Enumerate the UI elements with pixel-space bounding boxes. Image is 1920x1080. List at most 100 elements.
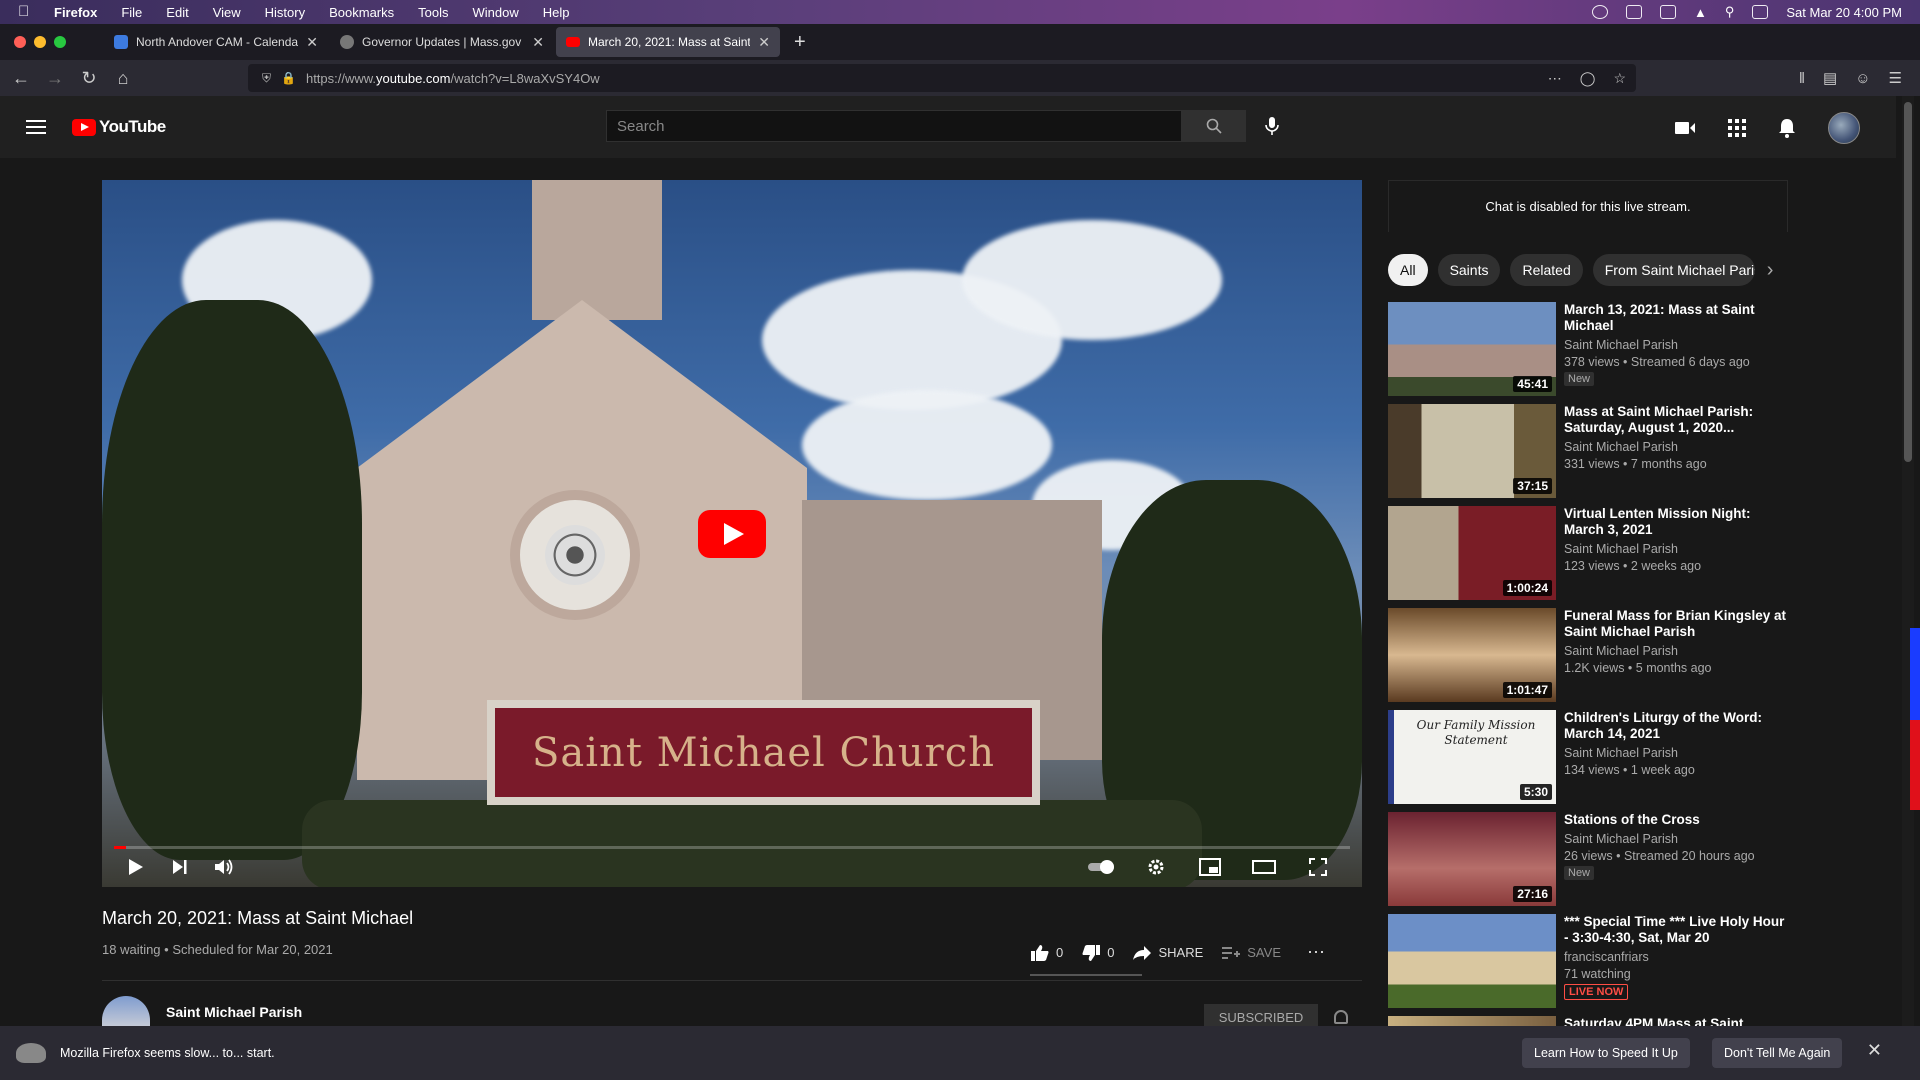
miniplayer-button[interactable] <box>1192 849 1228 885</box>
menu-file[interactable]: File <box>121 5 142 20</box>
close-tab-icon[interactable]: ✕ <box>306 34 318 51</box>
tab-mass-gov[interactable]: Governor Updates | Mass.gov ✕ <box>330 27 554 57</box>
chip-saints[interactable]: Saints <box>1437 254 1501 286</box>
apps-grid-icon[interactable] <box>1728 119 1746 137</box>
rec-title[interactable]: *** Special Time *** Live Holy Hour - 3:… <box>1564 914 1788 946</box>
screen-icon[interactable] <box>1625 5 1642 19</box>
like-button[interactable]: 0 <box>1030 944 1063 962</box>
spotlight-search-icon[interactable]: ⚲ <box>1725 4 1735 20</box>
more-actions-button[interactable]: ⋯ <box>1307 942 1325 963</box>
large-play-button[interactable] <box>698 510 766 558</box>
menu-view[interactable]: View <box>213 5 241 20</box>
subscribed-button[interactable]: SUBSCRIBED <box>1204 1004 1318 1026</box>
lock-icon[interactable]: 🔒 <box>281 71 296 85</box>
dont-tell-again-button[interactable]: Don't Tell Me Again <box>1712 1038 1843 1068</box>
tab-youtube-active[interactable]: March 20, 2021: Mass at Saint M ✕ <box>556 27 780 57</box>
library-icon[interactable]: ‖ <box>1799 70 1805 87</box>
rec-channel[interactable]: franciscanfriars <box>1564 950 1788 964</box>
rec-title[interactable]: Children's Liturgy of the Word: March 14… <box>1564 710 1788 742</box>
video-thumbnail[interactable]: 1:01:47 <box>1388 608 1556 702</box>
video-thumbnail[interactable]: 37:15 <box>1388 404 1556 498</box>
share-button[interactable]: SHARE <box>1132 945 1203 961</box>
rec-title[interactable]: Stations of the Cross <box>1564 812 1788 828</box>
video-thumbnail[interactable]: 1:00:24 <box>1388 506 1556 600</box>
menu-window[interactable]: Window <box>473 5 519 20</box>
list-item[interactable]: 27:16 Stations of the Cross Saint Michae… <box>1388 812 1790 914</box>
rec-title[interactable]: Funeral Mass for Brian Kingsley at Saint… <box>1564 608 1788 640</box>
menu-bookmarks[interactable]: Bookmarks <box>329 5 394 20</box>
autoplay-toggle[interactable] <box>1084 849 1120 885</box>
close-tab-icon[interactable]: ✕ <box>532 34 544 51</box>
notifications-bell-icon[interactable] <box>1778 118 1796 138</box>
display-icon[interactable] <box>1659 5 1676 19</box>
video-thumbnail[interactable]: 45:41 <box>1388 302 1556 396</box>
voice-search-button[interactable] <box>1260 114 1284 138</box>
theater-mode-button[interactable] <box>1246 849 1282 885</box>
list-item[interactable]: 45:41 March 13, 2021: Mass at Saint Mich… <box>1388 302 1790 404</box>
create-video-icon[interactable] <box>1674 120 1696 136</box>
scrollbar-thumb[interactable] <box>1904 102 1912 462</box>
list-item[interactable]: *** Special Time *** Live Holy Hour - 3:… <box>1388 914 1790 1016</box>
rec-title[interactable]: Virtual Lenten Mission Night: March 3, 2… <box>1564 506 1788 538</box>
chip-related[interactable]: Related <box>1510 254 1583 286</box>
next-button[interactable] <box>162 849 198 885</box>
list-item[interactable]: 1:00:24 Virtual Lenten Mission Night: Ma… <box>1388 506 1790 608</box>
control-center-icon[interactable] <box>1752 5 1769 19</box>
list-item[interactable]: 1:01:47 Funeral Mass for Brian Kingsley … <box>1388 608 1790 710</box>
apple-menu-icon[interactable]:  <box>18 4 32 20</box>
video-thumbnail[interactable]: Our Family Mission Statement 5:30 <box>1388 710 1556 804</box>
rec-channel[interactable]: Saint Michael Parish <box>1564 746 1788 760</box>
search-button[interactable] <box>1182 110 1246 142</box>
speed-it-up-button[interactable]: Learn How to Speed It Up <box>1522 1038 1690 1068</box>
menu-history[interactable]: History <box>265 5 305 20</box>
search-input[interactable] <box>606 110 1182 142</box>
settings-button[interactable] <box>1138 849 1174 885</box>
play-button[interactable] <box>118 849 154 885</box>
new-tab-icon[interactable]: + <box>794 31 806 54</box>
pocket-icon[interactable]: ◯ <box>1580 70 1596 87</box>
rec-title[interactable]: Mass at Saint Michael Parish: Saturday, … <box>1564 404 1788 436</box>
rec-channel[interactable]: Saint Michael Parish <box>1564 542 1788 556</box>
tab-calendar[interactable]: North Andover CAM - Calendar ✕ <box>104 27 328 57</box>
chip-all[interactable]: All <box>1388 254 1428 286</box>
guide-menu-icon[interactable] <box>26 120 46 134</box>
back-icon[interactable]: ← <box>6 63 36 93</box>
rec-channel[interactable]: Saint Michael Parish <box>1564 440 1788 454</box>
address-bar[interactable]: ⛨ 🔒 https://www. youtube.com/watch?v=L8wa… <box>248 64 1636 92</box>
video-player[interactable]: Saint Michael Church <box>102 180 1362 887</box>
page-actions-icon[interactable]: ⋯ <box>1548 70 1562 87</box>
menu-edit[interactable]: Edit <box>166 5 188 20</box>
rec-channel[interactable]: Saint Michael Parish <box>1564 644 1788 658</box>
menu-help[interactable]: Help <box>543 5 570 20</box>
chevron-right-icon[interactable]: › <box>1767 259 1774 282</box>
fullscreen-button[interactable] <box>1300 849 1336 885</box>
rec-title[interactable]: March 13, 2021: Mass at Saint Michael <box>1564 302 1788 334</box>
close-window-button[interactable] <box>14 36 26 48</box>
wifi-icon[interactable]: ▲ <box>1694 5 1707 20</box>
user-avatar[interactable] <box>1828 112 1860 144</box>
list-item[interactable]: Our Family Mission Statement 5:30 Childr… <box>1388 710 1790 812</box>
page-scrollbar[interactable] <box>1902 96 1914 1026</box>
account-icon[interactable]: ☺ <box>1855 70 1870 87</box>
chip-from-channel[interactable]: From Saint Michael Parish <box>1592 254 1755 286</box>
menu-tools[interactable]: Tools <box>418 5 448 20</box>
status-app-icon[interactable] <box>1591 5 1608 19</box>
bookmark-star-icon[interactable]: ☆ <box>1613 70 1626 87</box>
forward-icon[interactable]: → <box>40 63 70 93</box>
save-button[interactable]: SAVE <box>1221 945 1281 961</box>
home-icon[interactable]: ⌂ <box>108 63 138 93</box>
youtube-logo[interactable]: YouTube <box>72 117 166 137</box>
sidebar-toggle-icon[interactable]: ▤ <box>1823 69 1837 87</box>
channel-bell-icon[interactable] <box>1334 1010 1348 1024</box>
maximize-window-button[interactable] <box>54 36 66 48</box>
close-tab-icon[interactable]: ✕ <box>758 34 770 51</box>
list-item[interactable]: 37:15 Mass at Saint Michael Parish: Satu… <box>1388 404 1790 506</box>
shield-icon[interactable]: ⛨ <box>262 71 271 86</box>
app-menu-icon[interactable]: ☰ <box>1889 69 1902 87</box>
dislike-button[interactable]: 0 <box>1081 944 1114 962</box>
channel-name[interactable]: Saint Michael Parish <box>166 1004 302 1020</box>
rec-channel[interactable]: Saint Michael Parish <box>1564 338 1788 352</box>
minimize-window-button[interactable] <box>34 36 46 48</box>
volume-button[interactable] <box>206 849 242 885</box>
menu-app[interactable]: Firefox <box>54 5 97 20</box>
